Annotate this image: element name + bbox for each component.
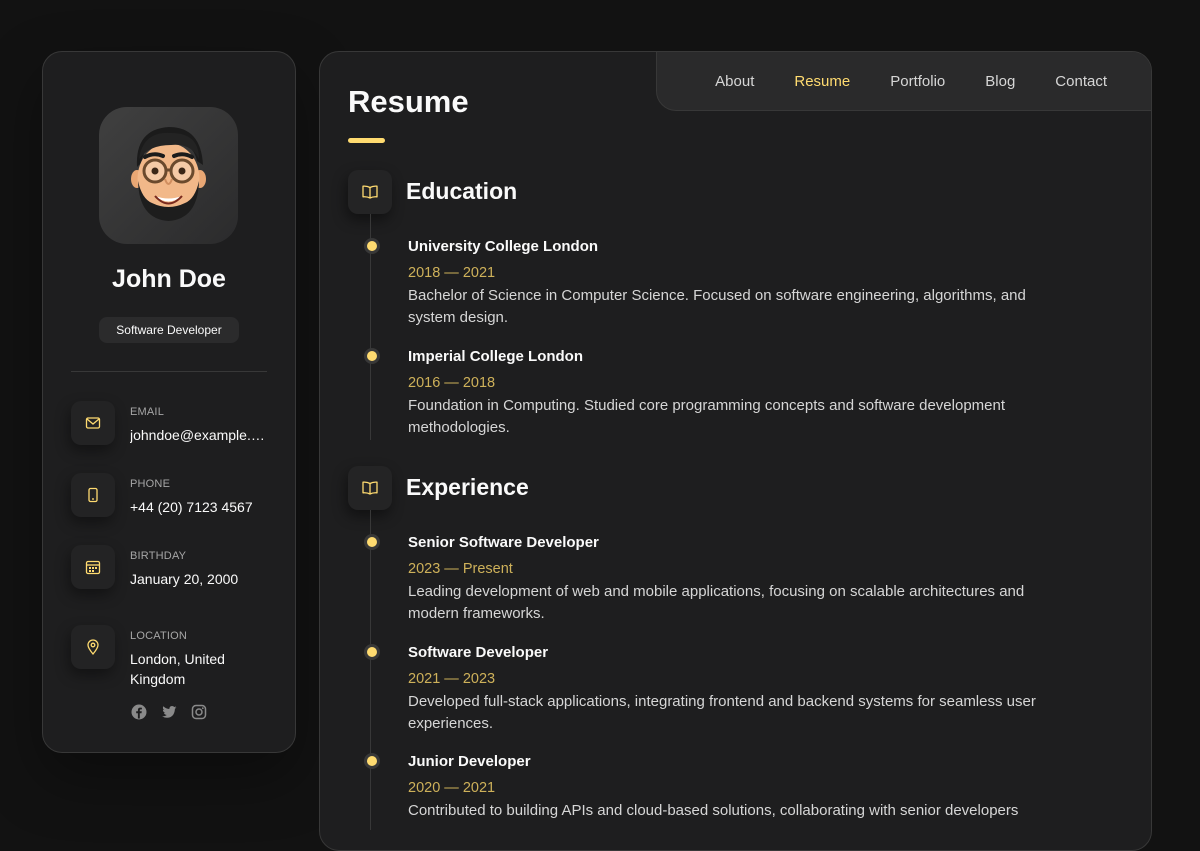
mail-icon [71, 401, 115, 445]
contact-location: Location London, United Kingdom [71, 625, 281, 687]
timeline-item: University College London 2018 — 2021 Ba… [367, 237, 1058, 329]
timeline-item-title: Senior Software Developer [408, 534, 599, 551]
timeline-item-years: 2016 — 2018 [408, 375, 496, 391]
timeline-dot [367, 241, 377, 251]
timeline-item: Junior Developer 2020 — 2021 Contributed… [367, 752, 1058, 822]
timeline-item-desc: Foundation in Computing. Studied core pr… [408, 397, 1006, 436]
timeline-item-desc: Leading development of web and mobile ap… [408, 583, 1025, 622]
nav-blog[interactable]: Blog [985, 73, 1015, 90]
nav-about[interactable]: About [715, 73, 754, 90]
contact-location-value: London, United Kingdom [130, 651, 225, 687]
contact-email-link[interactable]: johndoe@example.com [130, 425, 270, 445]
contact-location-label: Location [130, 630, 188, 642]
contact-phone-link[interactable]: +44 (20) 7123 4567 [130, 497, 270, 517]
timeline-item-years: 2023 — Present [408, 561, 513, 577]
title-underline [348, 138, 385, 143]
twitter-icon[interactable] [161, 704, 177, 720]
top-navbar: About Resume Portfolio Blog Contact [656, 52, 1151, 111]
nav-resume[interactable]: Resume [794, 73, 850, 90]
contact-email: Email johndoe@example.com [71, 401, 281, 451]
timeline-item-years: 2018 — 2021 [408, 265, 496, 281]
timeline-item: Software Developer 2021 — 2023 Developed… [367, 643, 1058, 735]
timeline-dot [367, 537, 377, 547]
experience-heading-text: Experience [406, 474, 529, 500]
contact-phone: Phone +44 (20) 7123 4567 [71, 473, 281, 523]
sidebar-separator [71, 371, 267, 372]
timeline-item-desc: Developed full-stack applications, integ… [408, 693, 1036, 732]
timeline-dot [367, 647, 377, 657]
location-pin-icon [71, 625, 115, 669]
timeline-item: Imperial College London 2016 — 2018 Foun… [367, 347, 1058, 439]
nav-contact[interactable]: Contact [1055, 73, 1107, 90]
page-title: Resume [348, 84, 469, 119]
instagram-icon[interactable] [191, 704, 207, 720]
profile-name: John Doe [112, 265, 226, 293]
timeline-item-title: Software Developer [408, 644, 549, 661]
main-content: About Resume Portfolio Blog Contact Resu… [319, 51, 1152, 851]
contact-email-label: Email [130, 406, 165, 418]
calendar-icon [71, 545, 115, 589]
timeline-item: Senior Software Developer 2023 — Present… [367, 533, 1058, 625]
contact-birthday-value: January 20, 2000 [130, 571, 239, 587]
contact-birthday-label: Birthday [130, 550, 187, 562]
nav-portfolio[interactable]: Portfolio [890, 73, 945, 90]
facebook-icon[interactable] [131, 704, 147, 720]
timeline-item-title: Imperial College London [408, 348, 584, 365]
timeline-item-desc: Bachelor of Science in Computer Science.… [408, 287, 1026, 326]
profile-sidebar: John Doe Software Developer Email johndo… [42, 51, 296, 753]
timeline-dot [367, 351, 377, 361]
timeline-item-desc: Contributed to building APIs and cloud-b… [408, 802, 1019, 819]
timeline-item-title: Junior Developer [408, 753, 531, 770]
timeline-item-years: 2021 — 2023 [408, 671, 496, 687]
social-links [43, 704, 295, 720]
experience-timeline-line [370, 510, 371, 830]
avatar [99, 107, 238, 244]
profile-title-badge: Software Developer [99, 317, 239, 343]
timeline-dot [367, 756, 377, 766]
timeline-item-title: University College London [408, 238, 599, 255]
book-icon [348, 170, 392, 214]
timeline-item-years: 2020 — 2021 [408, 780, 496, 796]
memoji-avatar-icon [131, 127, 206, 221]
contact-phone-label: Phone [130, 478, 171, 490]
contact-birthday: Birthday January 20, 2000 [71, 545, 281, 595]
book-icon [348, 466, 392, 510]
education-heading-text: Education [406, 178, 518, 204]
phone-icon [71, 473, 115, 517]
